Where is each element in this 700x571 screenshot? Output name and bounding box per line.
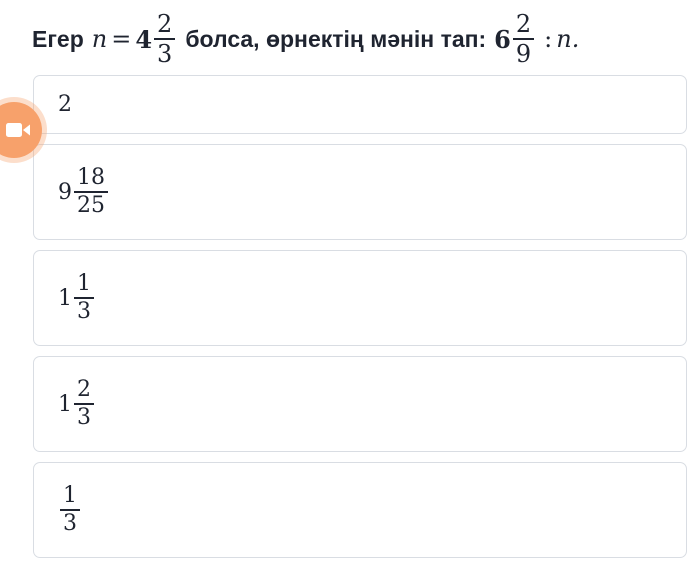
option-denominator: 3 — [63, 510, 77, 536]
variable-n: n — [91, 25, 108, 53]
expression-variable: n. — [556, 25, 580, 53]
option-denominator: 25 — [77, 192, 105, 218]
video-camera-icon — [5, 122, 31, 138]
n-denominator: 3 — [157, 39, 173, 68]
expression-whole-part: 6 — [494, 24, 511, 54]
option-mixed-number: 1 2 3 — [58, 377, 96, 431]
option-denominator: 3 — [77, 404, 91, 430]
option-numerator: 1 — [77, 271, 91, 297]
expression-denominator: 9 — [515, 39, 532, 68]
option-mixed-number: 1 1 3 — [58, 271, 96, 325]
answer-option-4[interactable]: 1 2 3 — [33, 356, 687, 452]
option-fraction: 18 25 — [74, 165, 108, 219]
n-fraction: 2 3 — [154, 10, 176, 68]
answer-option-2[interactable]: 9 18 25 — [33, 144, 687, 240]
option-denominator: 3 — [77, 298, 91, 324]
divide-sign: : — [544, 25, 553, 53]
equals-sign: = — [111, 25, 132, 53]
answer-option-3[interactable]: 1 1 3 — [33, 250, 687, 346]
option-numerator: 2 — [77, 377, 91, 403]
question-prefix: Егер — [32, 25, 84, 52]
n-numerator: 2 — [157, 10, 173, 39]
answer-option-5[interactable]: 1 3 — [33, 462, 687, 558]
n-value-mixed-number: 4 2 3 — [135, 10, 177, 68]
option-fraction: 1 3 — [74, 271, 94, 325]
option-whole-part: 9 — [58, 179, 72, 205]
expression-fraction: 2 9 — [512, 10, 535, 68]
option-numerator: 18 — [77, 165, 105, 191]
option-mixed-number: 9 18 25 — [58, 165, 110, 219]
expression-numerator: 2 — [515, 10, 532, 39]
option-fraction: 1 3 — [60, 483, 80, 537]
option-whole-part: 1 — [58, 391, 72, 417]
expression-mixed-number: 6 2 9 — [494, 10, 536, 68]
question-text: Егер n = 4 2 3 болса, өрнектің мәнін тап… — [32, 6, 579, 72]
question-middle-text: болса, өрнектің мәнін тап: — [185, 25, 487, 52]
option-numerator: 1 — [63, 483, 77, 509]
option-fraction: 2 3 — [74, 377, 94, 431]
answer-option-1[interactable]: 2 — [33, 75, 687, 134]
option-value: 2 — [58, 92, 72, 117]
option-whole-part: 1 — [58, 285, 72, 311]
n-whole-part: 4 — [135, 24, 153, 54]
